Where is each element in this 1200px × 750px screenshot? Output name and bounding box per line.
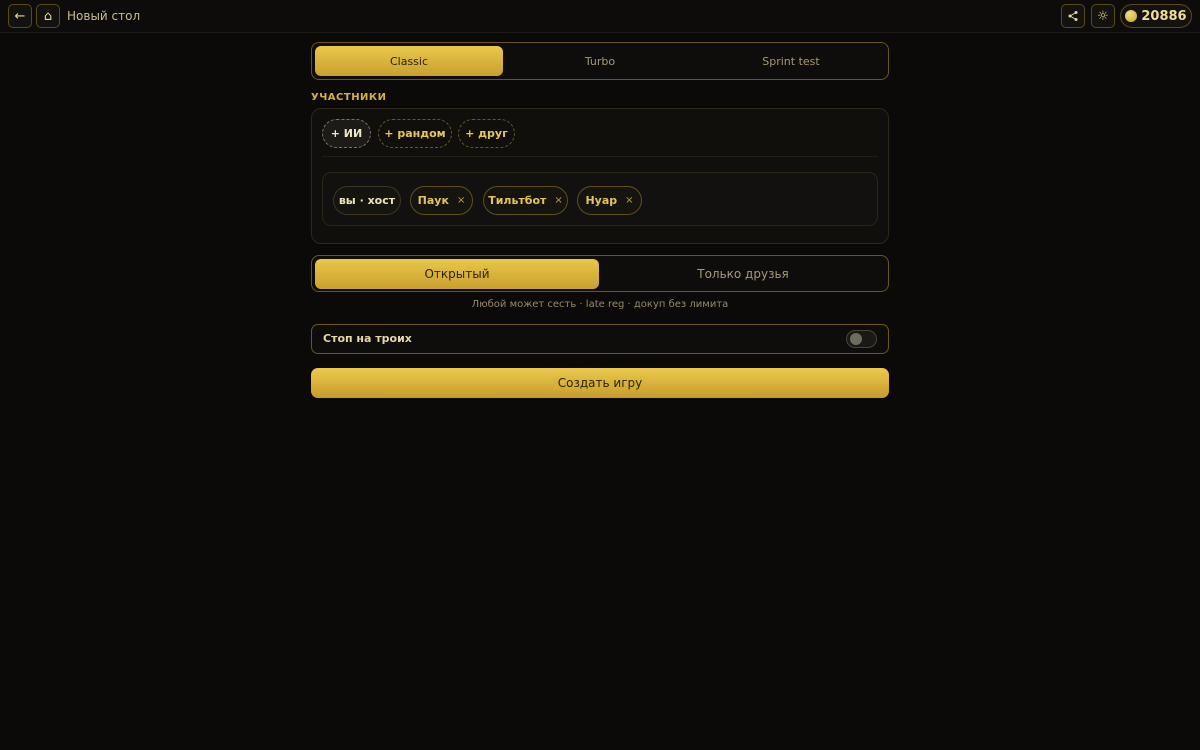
sun-icon: ☼ — [1097, 8, 1109, 24]
seat-player: Тильтбот × — [483, 186, 568, 215]
divider — [322, 156, 878, 157]
coin-icon — [1125, 10, 1138, 22]
seat-player: Паук × — [410, 186, 473, 215]
seat-list: вы · хост Паук × Тильтбот × Нуар × — [322, 172, 878, 226]
seat-label: вы · хост — [338, 194, 396, 207]
seat-label: Паук — [417, 194, 449, 207]
mode-tab-classic[interactable]: Classic — [315, 46, 503, 76]
add-friend-button[interactable]: + друг — [458, 119, 515, 148]
theme-toggle-button[interactable]: ☼ — [1091, 4, 1115, 28]
access-selector: Открытый Только друзья — [311, 255, 889, 292]
page-title: Новый стол — [67, 9, 141, 23]
stop-three-row: Стоп на троих — [311, 324, 889, 354]
seat-host: вы · хост — [333, 186, 401, 215]
share-button[interactable] — [1061, 4, 1085, 28]
mode-tab-sprint-test[interactable]: Sprint test — [697, 46, 885, 76]
share-icon — [1068, 11, 1078, 21]
seat-label: Нуар — [585, 194, 618, 207]
stop-three-label: Стоп на троих — [323, 332, 412, 345]
mode-selector: Classic Turbo Sprint test — [311, 42, 889, 80]
add-ai-button[interactable]: + ИИ — [322, 119, 371, 148]
seat-player: Нуар × — [577, 186, 642, 215]
coin-count: 20886 — [1141, 8, 1187, 24]
access-hint: Любой может сесть · late reg · докуп без… — [471, 299, 729, 310]
remove-icon[interactable]: × — [554, 195, 562, 206]
stop-three-toggle[interactable] — [846, 330, 877, 348]
access-tab-open[interactable]: Открытый — [315, 259, 599, 289]
access-tab-friends-only[interactable]: Только друзья — [601, 259, 885, 289]
remove-icon[interactable]: × — [457, 195, 465, 206]
add-random-button[interactable]: + рандом — [378, 119, 452, 148]
arrow-left-icon: ← — [14, 8, 26, 24]
home-icon: ⌂ — [43, 8, 53, 24]
participants-panel: + ИИ + рандом + друг вы · хост Паук × Ти… — [311, 108, 889, 244]
participants-heading: УЧАСТНИКИ — [311, 92, 387, 103]
create-game-button[interactable]: Создать игру — [311, 368, 889, 398]
back-button[interactable]: ← — [8, 4, 32, 28]
toggle-knob — [850, 333, 862, 345]
remove-icon[interactable]: × — [625, 195, 633, 206]
home-button[interactable]: ⌂ — [36, 4, 60, 28]
seat-label: Тильтбот — [488, 194, 547, 207]
top-bar: ← ⌂ Новый стол ☼ 20886 — [0, 0, 1200, 33]
mode-tab-turbo[interactable]: Turbo — [506, 46, 694, 76]
coin-balance[interactable]: 20886 — [1120, 4, 1192, 28]
